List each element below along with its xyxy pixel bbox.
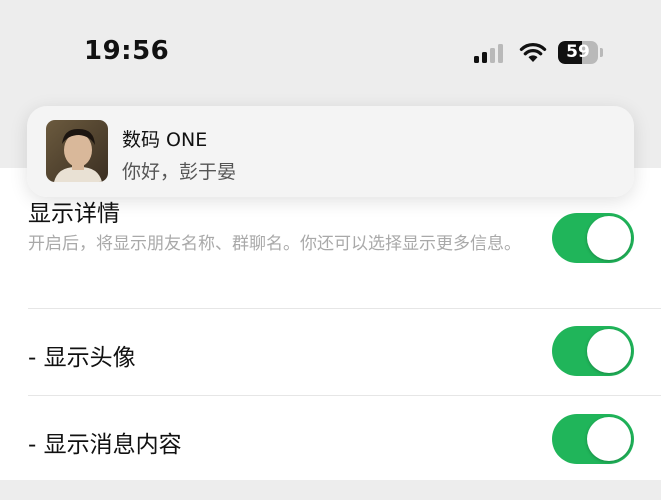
status-time: 19:56 (84, 36, 170, 66)
divider (28, 395, 661, 396)
battery-percent: 59 (566, 42, 590, 62)
show-details-description: 开启后，将显示朋友名称、群聊名。你还可以选择显示更多信息。 (28, 234, 521, 254)
bottom-background (0, 480, 661, 500)
divider (28, 308, 661, 309)
show-message-content-label: - 显示消息内容 (28, 432, 182, 458)
show-message-content-toggle[interactable] (552, 414, 634, 464)
status-bar: 19:56 59 (0, 0, 661, 110)
show-avatar-label: - 显示头像 (28, 345, 136, 371)
show-avatar-toggle[interactable] (552, 326, 634, 376)
cellular-signal-icon (474, 43, 506, 63)
wifi-icon (519, 43, 547, 62)
notification-message: 你好，彭于晏 (122, 161, 237, 183)
battery-tip (600, 48, 603, 57)
toggle-knob (587, 417, 631, 461)
toggle-knob (587, 329, 631, 373)
battery-icon: 59 (558, 41, 598, 64)
show-details-toggle[interactable] (552, 213, 634, 263)
toggle-knob (587, 216, 631, 260)
avatar-image (46, 120, 108, 182)
avatar (46, 120, 108, 182)
show-details-title: 显示详情 (28, 201, 120, 227)
notification-title: 数码 ONE (122, 129, 208, 151)
notification-banner[interactable]: 数码 ONE 你好，彭于晏 (27, 106, 634, 197)
